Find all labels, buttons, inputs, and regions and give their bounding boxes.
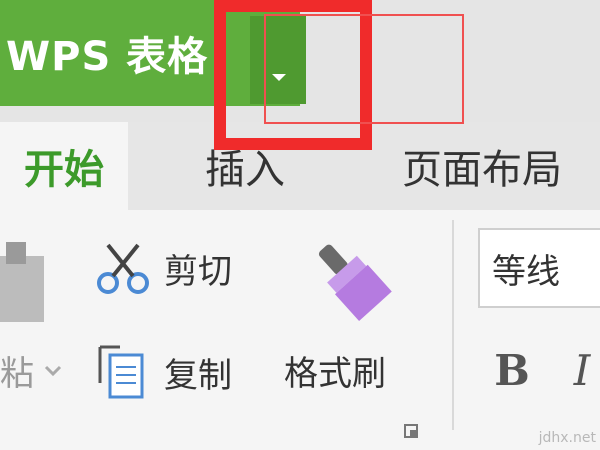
font-name-select[interactable]: 等线 — [478, 228, 600, 308]
italic-button[interactable]: I — [560, 340, 600, 400]
bold-label: B — [494, 345, 530, 395]
clipboard-icon — [0, 242, 44, 322]
bold-button[interactable]: B — [490, 340, 534, 400]
copy-button[interactable]: 复制 — [94, 340, 232, 404]
copy-label: 复制 — [164, 355, 232, 396]
tab-home-label: 开始 — [24, 147, 104, 193]
tab-home[interactable]: 开始 — [0, 122, 128, 210]
dialog-launcher-icon[interactable] — [404, 424, 418, 438]
paste-button[interactable] — [0, 238, 60, 328]
chevron-down-icon — [44, 365, 62, 376]
highlight-box-thin — [264, 14, 464, 124]
cut-button[interactable]: 剪切 — [94, 236, 232, 300]
scissors-icon — [97, 243, 149, 294]
group-divider — [452, 220, 454, 430]
cut-label: 剪切 — [164, 251, 232, 292]
paste-label: 粘 — [0, 354, 34, 394]
font-name-value: 等线 — [492, 251, 560, 292]
format-painter-icon-button[interactable] — [304, 232, 396, 324]
format-painter-label: 格式刷 — [284, 354, 386, 394]
watermark: jdhx.net — [538, 430, 596, 446]
app-name: WPS 表格 — [6, 34, 209, 80]
brush-icon — [318, 244, 392, 321]
format-painter-button[interactable]: 格式刷 — [284, 346, 386, 395]
copy-icon — [98, 345, 144, 399]
tab-page-layout[interactable]: 页面布局 — [402, 122, 562, 210]
paste-label-button[interactable]: 粘 — [0, 346, 68, 395]
italic-label: I — [573, 345, 591, 395]
tab-page-layout-label: 页面布局 — [402, 147, 562, 193]
